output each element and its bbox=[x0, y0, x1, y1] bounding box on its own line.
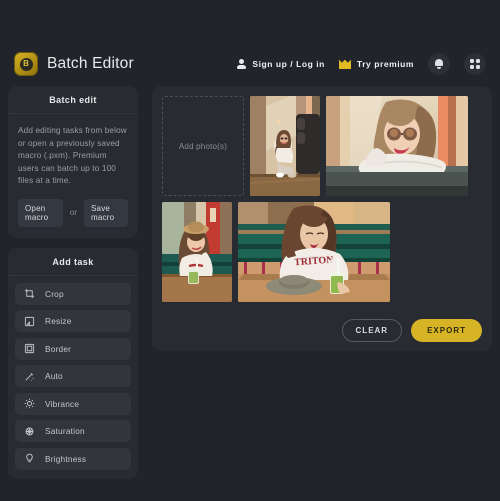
grid-apps-icon bbox=[469, 58, 481, 70]
saturation-icon bbox=[24, 426, 35, 437]
task-label-auto: Auto bbox=[45, 371, 63, 381]
task-label-border: Border bbox=[45, 343, 72, 354]
task-item-brightness[interactable]: Brightness bbox=[15, 447, 131, 470]
task-label-resize: Resize bbox=[45, 316, 72, 326]
macro-buttons: Open macro or Save macro bbox=[18, 198, 128, 227]
page-title: Batch Editor bbox=[47, 55, 134, 72]
save-macro-button[interactable]: Save macro bbox=[84, 198, 128, 227]
open-macro-button[interactable]: Open macro bbox=[18, 198, 63, 227]
task-item-crop[interactable]: Crop bbox=[15, 282, 131, 305]
magic-wand-icon bbox=[24, 371, 35, 382]
clear-button[interactable]: CLEAR bbox=[341, 319, 403, 342]
add-photos-label: Add photo(s) bbox=[178, 141, 228, 151]
app-root: B Batch Editor Sign up / Log in Try prem… bbox=[0, 0, 500, 501]
app-logo-letter: B bbox=[19, 57, 33, 71]
sidebar: Batch edit Add editing tasks from below … bbox=[8, 86, 138, 489]
person-icon bbox=[237, 59, 247, 69]
task-item-auto[interactable]: Auto bbox=[15, 365, 131, 387]
task-label-crop: Crop bbox=[45, 288, 64, 299]
photo-thumbnail-2[interactable] bbox=[326, 96, 468, 196]
bell-icon bbox=[435, 59, 444, 69]
lightbulb-icon bbox=[24, 453, 35, 464]
add-photos-dropzone[interactable]: Add photo(s) bbox=[162, 96, 244, 196]
photo-thumbnail-1[interactable] bbox=[250, 96, 320, 196]
sun-icon bbox=[24, 398, 35, 409]
task-item-border[interactable]: Border bbox=[15, 337, 131, 360]
export-button[interactable]: EXPORT bbox=[411, 319, 482, 342]
batch-edit-description: Add editing tasks from below or open a p… bbox=[18, 126, 127, 185]
workspace-actions: CLEAR EXPORT bbox=[341, 319, 482, 342]
photo-row-2: TRITON bbox=[162, 202, 482, 302]
task-list: Crop Resize Border Auto Vibrance Saturat… bbox=[8, 276, 138, 479]
brand[interactable]: B Batch Editor bbox=[14, 52, 134, 76]
crop-icon bbox=[24, 288, 35, 299]
add-task-panel: Add task Crop Resize Border Auto Vibranc… bbox=[8, 247, 138, 479]
add-task-title: Add task bbox=[8, 248, 138, 276]
batch-edit-body: Add editing tasks from below or open a p… bbox=[8, 114, 138, 238]
task-item-vibrance[interactable]: Vibrance bbox=[15, 392, 131, 415]
apps-button[interactable] bbox=[464, 53, 486, 75]
task-label-saturation: Saturation bbox=[45, 426, 85, 436]
signup-login-label: Sign up / Log in bbox=[252, 59, 325, 69]
notifications-button[interactable] bbox=[428, 53, 450, 75]
macro-or-label: or bbox=[69, 208, 78, 217]
photo-workspace-panel: Add photo(s) TRITON CLEAR EXPORT bbox=[152, 86, 492, 351]
photo-thumbnail-4[interactable]: TRITON bbox=[238, 202, 390, 302]
task-label-vibrance: Vibrance bbox=[45, 398, 80, 409]
resize-icon bbox=[24, 316, 35, 327]
photo-thumbnail-3[interactable] bbox=[162, 202, 232, 302]
task-item-resize[interactable]: Resize bbox=[15, 310, 131, 332]
signup-login-button[interactable]: Sign up / Log in bbox=[237, 59, 325, 69]
batch-edit-panel: Batch edit Add editing tasks from below … bbox=[8, 86, 138, 238]
app-header: B Batch Editor Sign up / Log in Try prem… bbox=[0, 44, 500, 84]
batch-edit-title: Batch edit bbox=[8, 86, 138, 114]
header-actions: Sign up / Log in Try premium bbox=[237, 53, 486, 75]
crown-icon bbox=[338, 60, 351, 69]
task-item-saturation[interactable]: Saturation bbox=[15, 420, 131, 442]
border-icon bbox=[24, 343, 35, 354]
try-premium-button[interactable]: Try premium bbox=[338, 59, 414, 69]
app-logo-icon: B bbox=[14, 52, 38, 76]
try-premium-label: Try premium bbox=[356, 59, 414, 69]
task-label-brightness: Brightness bbox=[45, 453, 87, 464]
photo-row-1: Add photo(s) bbox=[162, 96, 482, 196]
